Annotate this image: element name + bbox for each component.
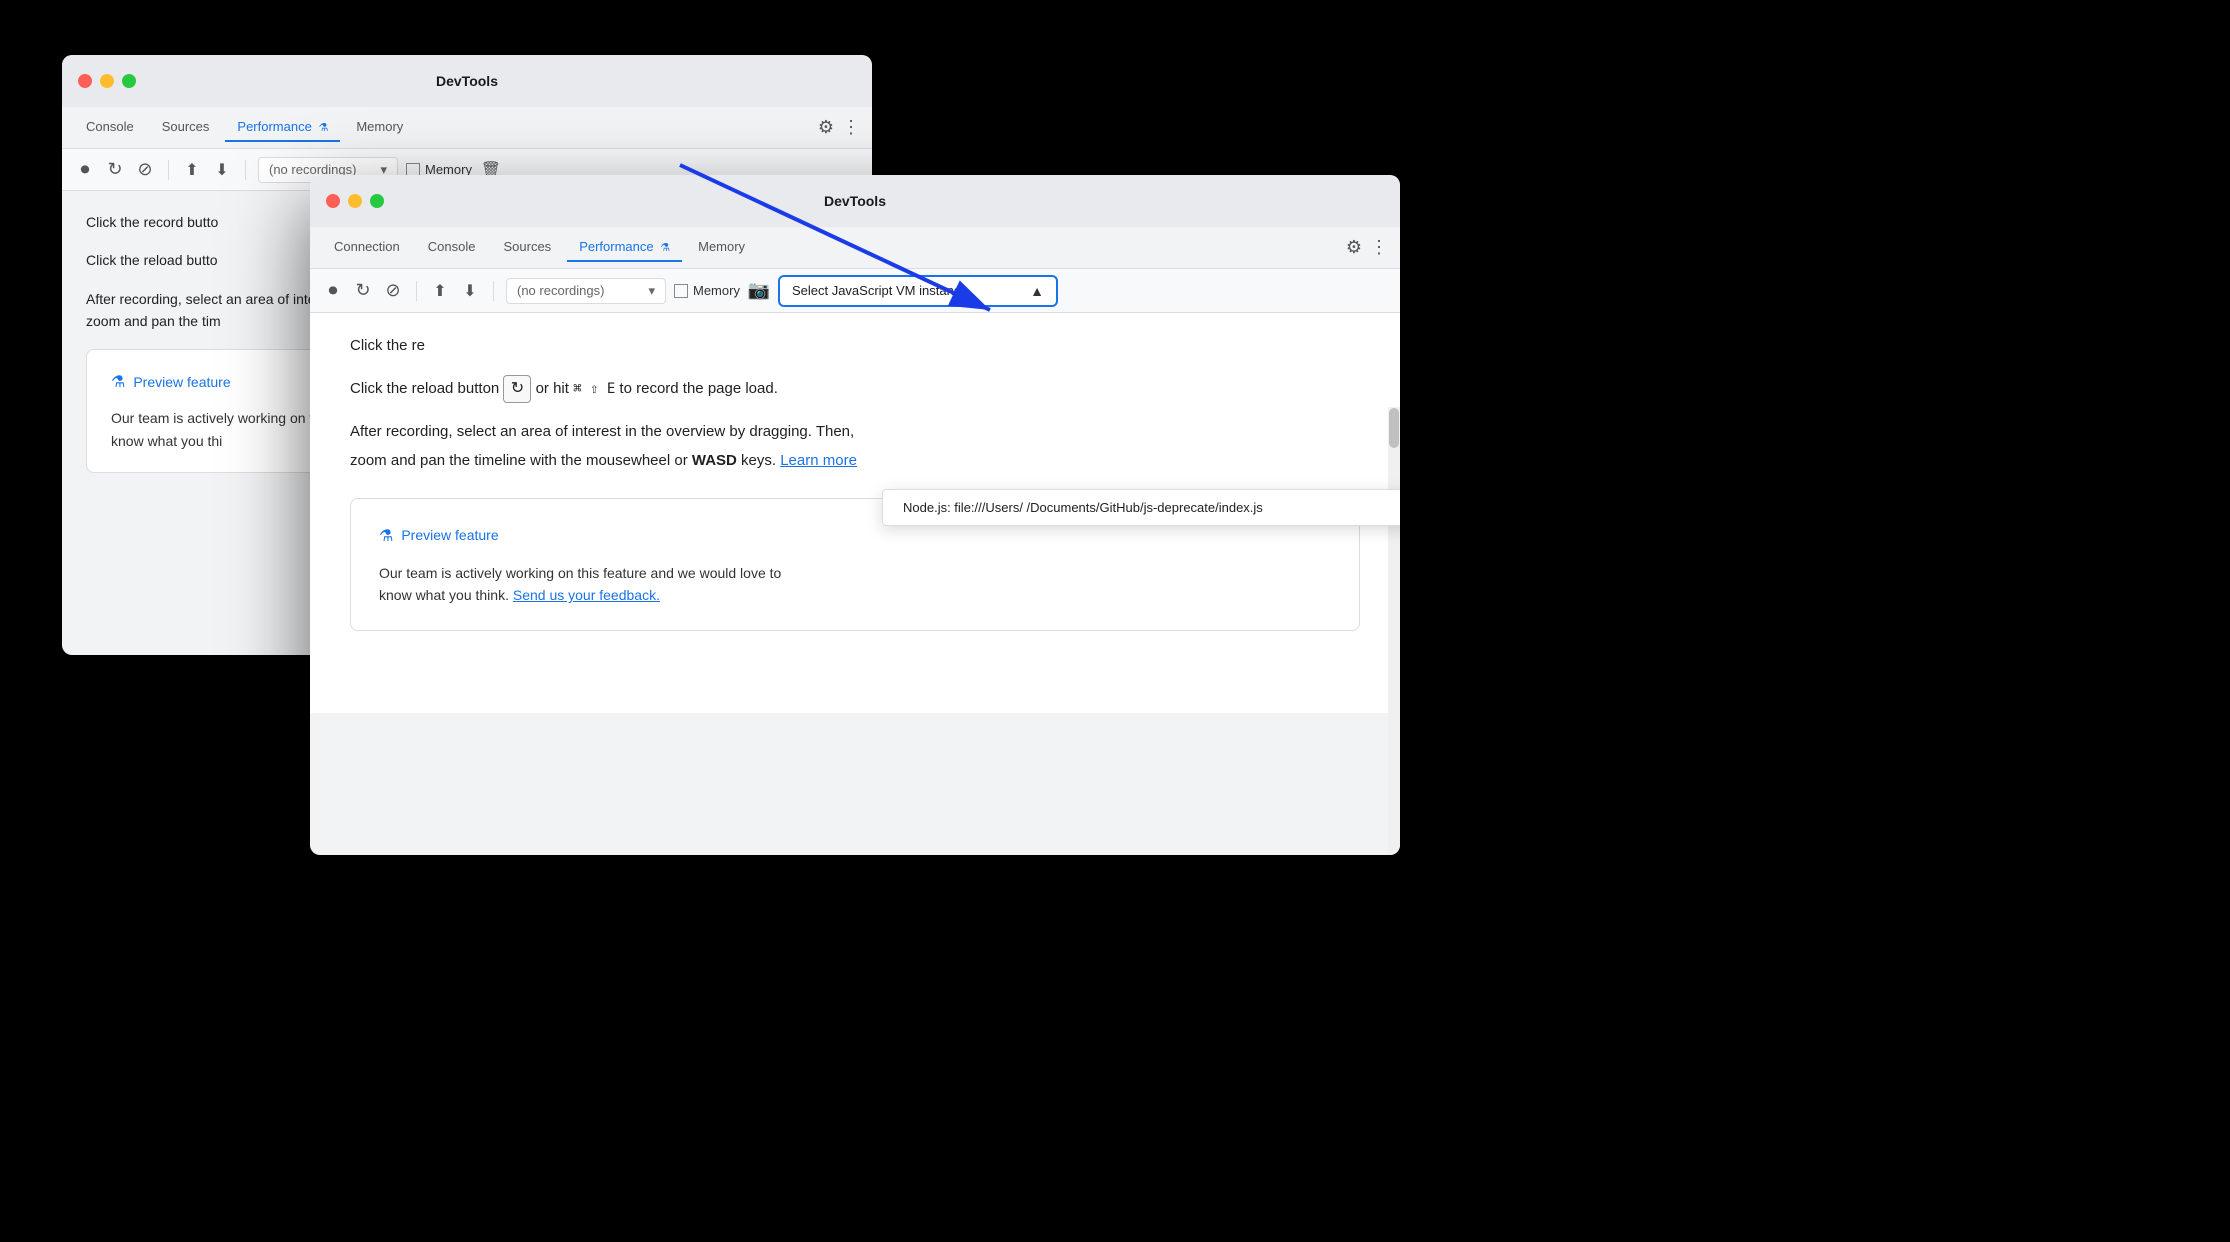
flask-icon-preview-front: ⚗ [379,523,393,550]
maximize-button-back[interactable] [122,74,136,88]
separator2-back [245,160,246,180]
recordings-dropdown-front[interactable]: (no recordings) ▾ [506,278,666,304]
minimize-button-front[interactable] [348,194,362,208]
zoom-pan-p-front: zoom and pan the timeline with the mouse… [350,448,1360,474]
window-title-front: DevTools [824,193,886,209]
reload-inline-button: ↻ [503,375,531,403]
checkbox-box-front [674,284,688,298]
vm-dropdown-menu: Node.js: file:///Users/ /Documents/GitHu… [882,489,1400,526]
separator-back [168,160,169,180]
tab-memory-back[interactable]: Memory [344,113,415,142]
traffic-lights-back [78,74,136,88]
memory-checkbox-front[interactable]: Memory [674,283,740,298]
preview-text-front: Our team is actively working on this fea… [379,562,1331,607]
record-button-back[interactable]: ⏺ [74,159,96,181]
more-icon-front[interactable]: ⋮ [1370,237,1388,258]
vm-instance-dropdown[interactable]: Select JavaScript VM instance ▲ [778,275,1058,307]
preview-header-front: ⚗ Preview feature [379,523,1331,550]
tab-bar-front: Connection Console Sources Performance ⚗… [310,227,1400,269]
send-feedback-link[interactable]: Send us your feedback. [513,587,660,603]
toolbar-front: ⏺ ↻ ⊘ ⬆ ⬇ (no recordings) ▾ Memory 📷 Sel… [310,269,1400,313]
click-record-p-front: Click the re [350,333,1360,359]
tab-connection-front[interactable]: Connection [322,233,412,262]
clear-button-front[interactable]: ⊘ [382,280,404,302]
tab-sources-back[interactable]: Sources [150,113,222,142]
after-recording-p-front: After recording, select an area of inter… [350,419,1360,445]
vm-dropdown-item[interactable]: Node.js: file:///Users/ /Documents/GitHu… [883,490,1400,525]
download-button-front[interactable]: ⬇ [459,280,481,302]
tab-memory-front[interactable]: Memory [686,233,757,262]
upload-button-front[interactable]: ⬆ [429,280,451,302]
devtools-window-front: DevTools Connection Console Sources Perf… [310,175,1400,855]
close-button-back[interactable] [78,74,92,88]
clear-button-back[interactable]: ⊘ [134,159,156,181]
title-bar-back: DevTools [62,55,872,107]
capture-heap-button-front[interactable]: 📷 [748,280,770,302]
click-reload-p-front: Click the reload button ↻ or hit ⌘ ⇧ E t… [350,375,1360,403]
title-bar-front: DevTools [310,175,1400,227]
flask-icon-perf-front: ⚗ [660,242,670,254]
more-icon-back[interactable]: ⋮ [842,117,860,138]
wasd-bold: WASD [692,452,737,469]
reload-button-front[interactable]: ↻ [352,280,374,302]
tab-bar-right-back: ⚙ ⋮ [818,117,860,138]
separator-front [416,281,417,301]
tab-console-front[interactable]: Console [416,233,488,262]
flask-icon-back: ⚗ [318,122,328,134]
scrollbar-thumb-front[interactable] [1389,408,1399,448]
flask-icon-preview-back: ⚗ [111,370,125,396]
tab-console-back[interactable]: Console [74,113,146,142]
shortcut-text: ⌘ ⇧ E [573,380,615,396]
chevron-up-icon-vm: ▲ [1030,283,1044,299]
reload-button-back[interactable]: ↻ [104,159,126,181]
record-button-front[interactable]: ⏺ [322,280,344,302]
traffic-lights-front [326,194,384,208]
settings-icon-back[interactable]: ⚙ [818,117,834,138]
minimize-button-back[interactable] [100,74,114,88]
tab-bar-back: Console Sources Performance ⚗ Memory ⚙ ⋮ [62,107,872,149]
chevron-down-icon-front: ▾ [648,283,655,299]
download-button-back[interactable]: ⬇ [211,159,233,181]
learn-more-link[interactable]: Learn more [780,452,857,469]
tab-performance-front[interactable]: Performance ⚗ [567,233,682,262]
separator2-front [493,281,494,301]
tab-sources-front[interactable]: Sources [491,233,563,262]
tab-bar-right-front: ⚙ ⋮ [1346,237,1388,258]
window-title-back: DevTools [436,73,498,89]
maximize-button-front[interactable] [370,194,384,208]
upload-button-back[interactable]: ⬆ [181,159,203,181]
settings-icon-front[interactable]: ⚙ [1346,237,1362,258]
close-button-front[interactable] [326,194,340,208]
scrollbar-track-front[interactable] [1388,407,1400,855]
tab-performance-back[interactable]: Performance ⚗ [225,113,340,142]
